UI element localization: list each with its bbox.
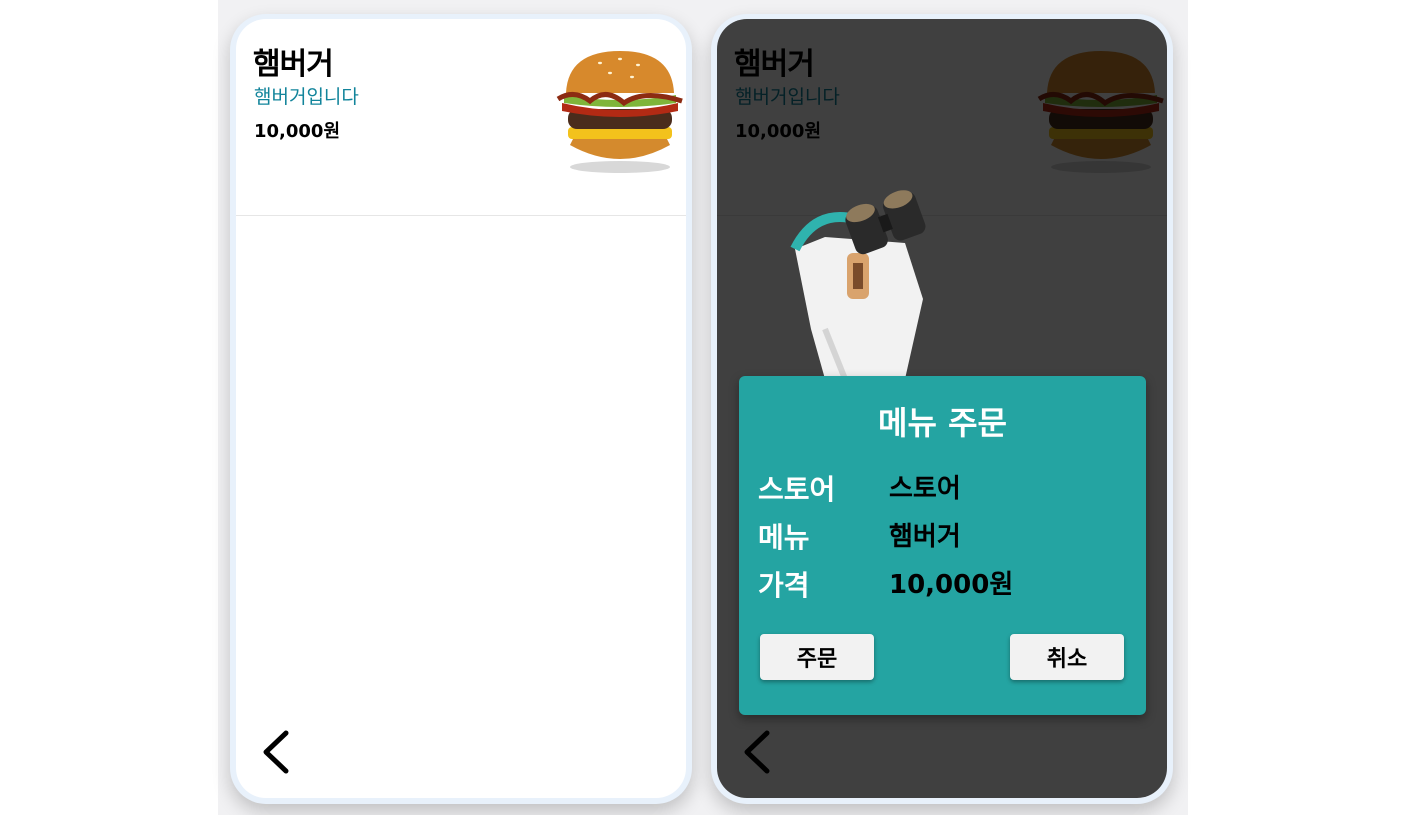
- menu-item-card[interactable]: 햄버거 햄버거입니다 10,000원: [236, 19, 686, 216]
- price-value: 10,000원: [889, 570, 1014, 600]
- item-name: 햄버거: [253, 47, 334, 82]
- phone-frame-left: 햄버거 햄버거입니다 10,000원: [230, 14, 692, 804]
- chevron-left-icon[interactable]: [258, 729, 298, 775]
- price-label: 가격: [758, 569, 810, 602]
- cancel-button[interactable]: 취소: [1010, 634, 1124, 680]
- order-screen: 햄버거 햄버거입니다 10,000원: [717, 19, 1167, 798]
- menu-screen: 햄버거 햄버거입니다 10,000원: [236, 19, 686, 798]
- mascot-binoculars-image: [790, 190, 926, 379]
- order-button[interactable]: 주문: [760, 634, 874, 680]
- modal-title: 메뉴 주문: [878, 404, 1007, 442]
- phone-frame-right: 햄버거 햄버거입니다 10,000원: [711, 14, 1173, 804]
- menu-value: 햄버거: [889, 522, 961, 552]
- item-price: 10,000원: [254, 121, 341, 142]
- hamburger-image: [556, 51, 683, 173]
- menu-label: 메뉴: [758, 521, 810, 554]
- order-modal: 메뉴 주문 스토어 스토어 메뉴 햄버거 가격 10,000원 주문 취소: [739, 376, 1146, 715]
- store-label: 스토어: [758, 473, 836, 506]
- item-description: 햄버거입니다: [254, 86, 359, 108]
- store-value: 스토어: [889, 474, 961, 504]
